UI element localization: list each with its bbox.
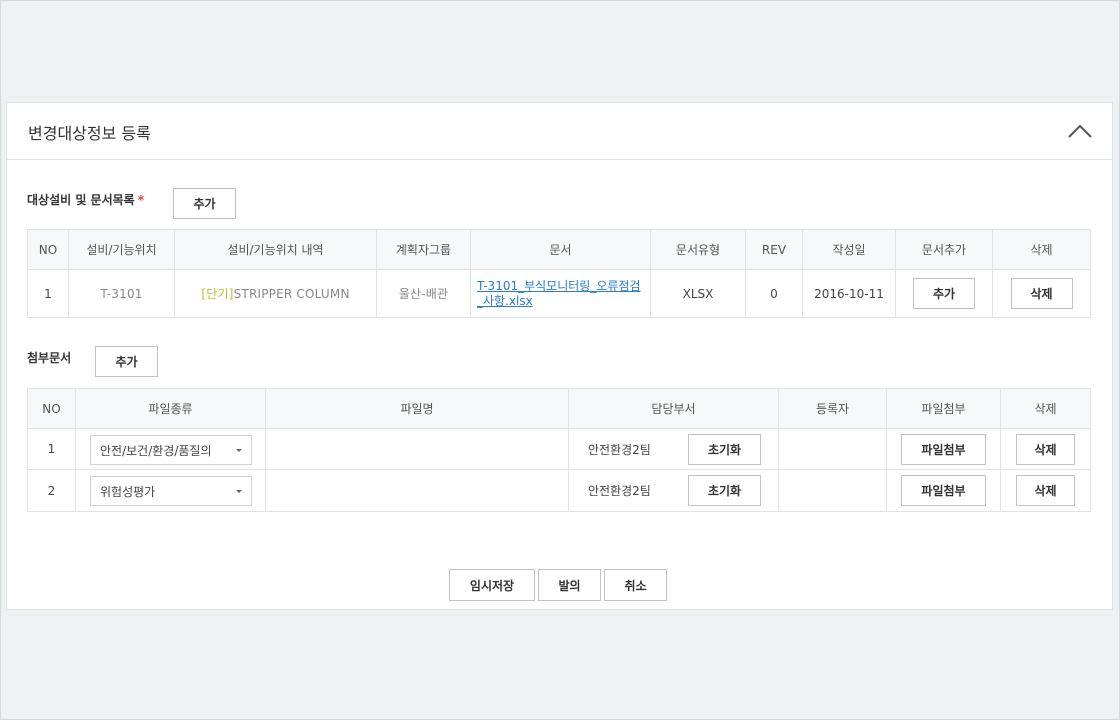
equipment-header-row: NO 설비/기능위치 설비/기능위치 내역 계획자그룹 문서 문서유형 REV … [27,229,1091,270]
collapse-button[interactable] [1066,119,1094,143]
row-file-type: 안전/보건/환경/품질의 [75,428,266,470]
row-file-name [265,469,569,512]
row-location-desc: [단기]STRIPPER COLUMN [174,269,377,318]
dept-name: 안전환경2팀 [588,442,651,457]
row-no: 2 [27,469,76,512]
reset-button[interactable]: 초기화 [688,475,761,506]
row-attach: 파일첨부 [886,428,1001,470]
equipment-section-text: 대상설비 및 문서목록 [27,193,135,207]
row-delete: 삭제 [1000,428,1091,470]
row-delete: 삭제 [1000,469,1091,512]
dept-wrap: 안전환경2팀 초기화 [569,433,778,465]
col-delete: 삭제 [992,229,1091,270]
col-delete: 삭제 [1000,388,1091,429]
change-target-panel: 변경대상정보 등록 대상설비 및 문서목록 * 추가 NO 설비/기능위치 설비/… [6,102,1113,610]
row-delete: 삭제 [992,269,1091,318]
col-document: 문서 [470,229,651,270]
row-registrant [778,469,887,512]
col-add-doc: 문서추가 [895,229,993,270]
file-type-value: 위험성평가 [100,484,156,499]
row-rev: 0 [745,269,803,318]
temp-save-button[interactable]: 임시저장 [449,569,535,601]
table-row: 1 T-3101 [단기]STRIPPER COLUMN 울산-배관 T-310… [27,269,1091,318]
file-type-value: 안전/보건/환경/품질의 [100,443,212,458]
equipment-section-label: 대상설비 및 문서목록 * [27,191,144,208]
row-file-type: 위험성평가 [75,469,266,512]
add-document-button[interactable]: 추가 [913,278,975,309]
caret-down-icon [236,449,242,452]
row-registrant [778,428,887,470]
attach-file-button[interactable]: 파일첨부 [901,433,986,465]
attachments-section-label: 첨부문서 [27,351,72,365]
attachments-table: NO 파일종류 파일명 담당부서 등록자 파일첨부 삭제 1 안전/보건/환경/… [27,388,1091,512]
chevron-up-icon [1068,124,1092,138]
cancel-button[interactable]: 취소 [604,569,667,601]
col-attach: 파일첨부 [886,388,1001,429]
desc-tag: [단기] [201,287,234,301]
row-attach: 파일첨부 [886,469,1001,512]
reset-button[interactable]: 초기화 [688,433,761,465]
col-file-name: 파일명 [265,388,569,429]
row-no: 1 [27,269,69,318]
row-planner: 울산-배관 [376,269,471,318]
add-equipment-button[interactable]: 추가 [173,188,236,219]
delete-attachment-button[interactable]: 삭제 [1016,433,1075,465]
col-location: 설비/기능위치 [68,229,175,270]
equipment-table: NO 설비/기능위치 설비/기능위치 내역 계획자그룹 문서 문서유형 REV … [27,229,1091,318]
file-type-select[interactable]: 안전/보건/환경/품질의 [90,435,252,465]
row-document: T-3101_부식모니터링_오류점검_사항.xlsx [470,269,651,318]
row-no: 1 [27,428,76,470]
add-attachment-button[interactable]: 추가 [95,346,158,377]
panel-title: 변경대상정보 등록 [28,124,151,143]
delete-equipment-button[interactable]: 삭제 [1010,278,1073,309]
required-mark: * [137,193,144,207]
file-type-select[interactable]: 위험성평가 [90,476,252,506]
row-date: 2016-10-11 [802,269,896,318]
col-location-desc: 설비/기능위치 내역 [174,229,377,270]
dept-name: 안전환경2팀 [588,484,651,498]
col-rev: REV [745,229,803,270]
col-planner-group: 계획자그룹 [376,229,471,270]
attachments-header-row: NO 파일종류 파일명 담당부서 등록자 파일첨부 삭제 [27,388,1091,429]
attach-file-button[interactable]: 파일첨부 [901,475,986,506]
document-link[interactable]: T-3101_부식모니터링_오류점검_사항.xlsx [471,279,650,309]
row-file-name [265,428,569,470]
caret-down-icon [236,490,242,493]
col-no: NO [27,388,76,429]
row-add-doc: 추가 [895,269,993,318]
row-dept: 안전환경2팀 초기화 [568,428,779,470]
submit-button[interactable]: 발의 [538,569,601,601]
panel-header: 변경대상정보 등록 [7,103,1112,160]
col-date: 작성일 [802,229,896,270]
col-file-type: 파일종류 [75,388,266,429]
table-row: 2 위험성평가 안전환경2팀 초기화 파일첨부 삭제 [27,469,1091,512]
delete-attachment-button[interactable]: 삭제 [1016,475,1075,506]
dept-wrap: 안전환경2팀 초기화 [569,475,778,506]
col-registrant: 등록자 [778,388,887,429]
row-doc-type: XLSX [650,269,746,318]
row-location: T-3101 [68,269,175,318]
row-dept: 안전환경2팀 초기화 [568,469,779,512]
col-dept: 담당부서 [568,388,779,429]
table-row: 1 안전/보건/환경/품질의 안전환경2팀 초기화 파일첨부 삭제 [27,428,1091,470]
col-doc-type: 문서유형 [650,229,746,270]
desc-text: STRIPPER COLUMN [233,287,350,301]
col-no: NO [27,229,69,270]
